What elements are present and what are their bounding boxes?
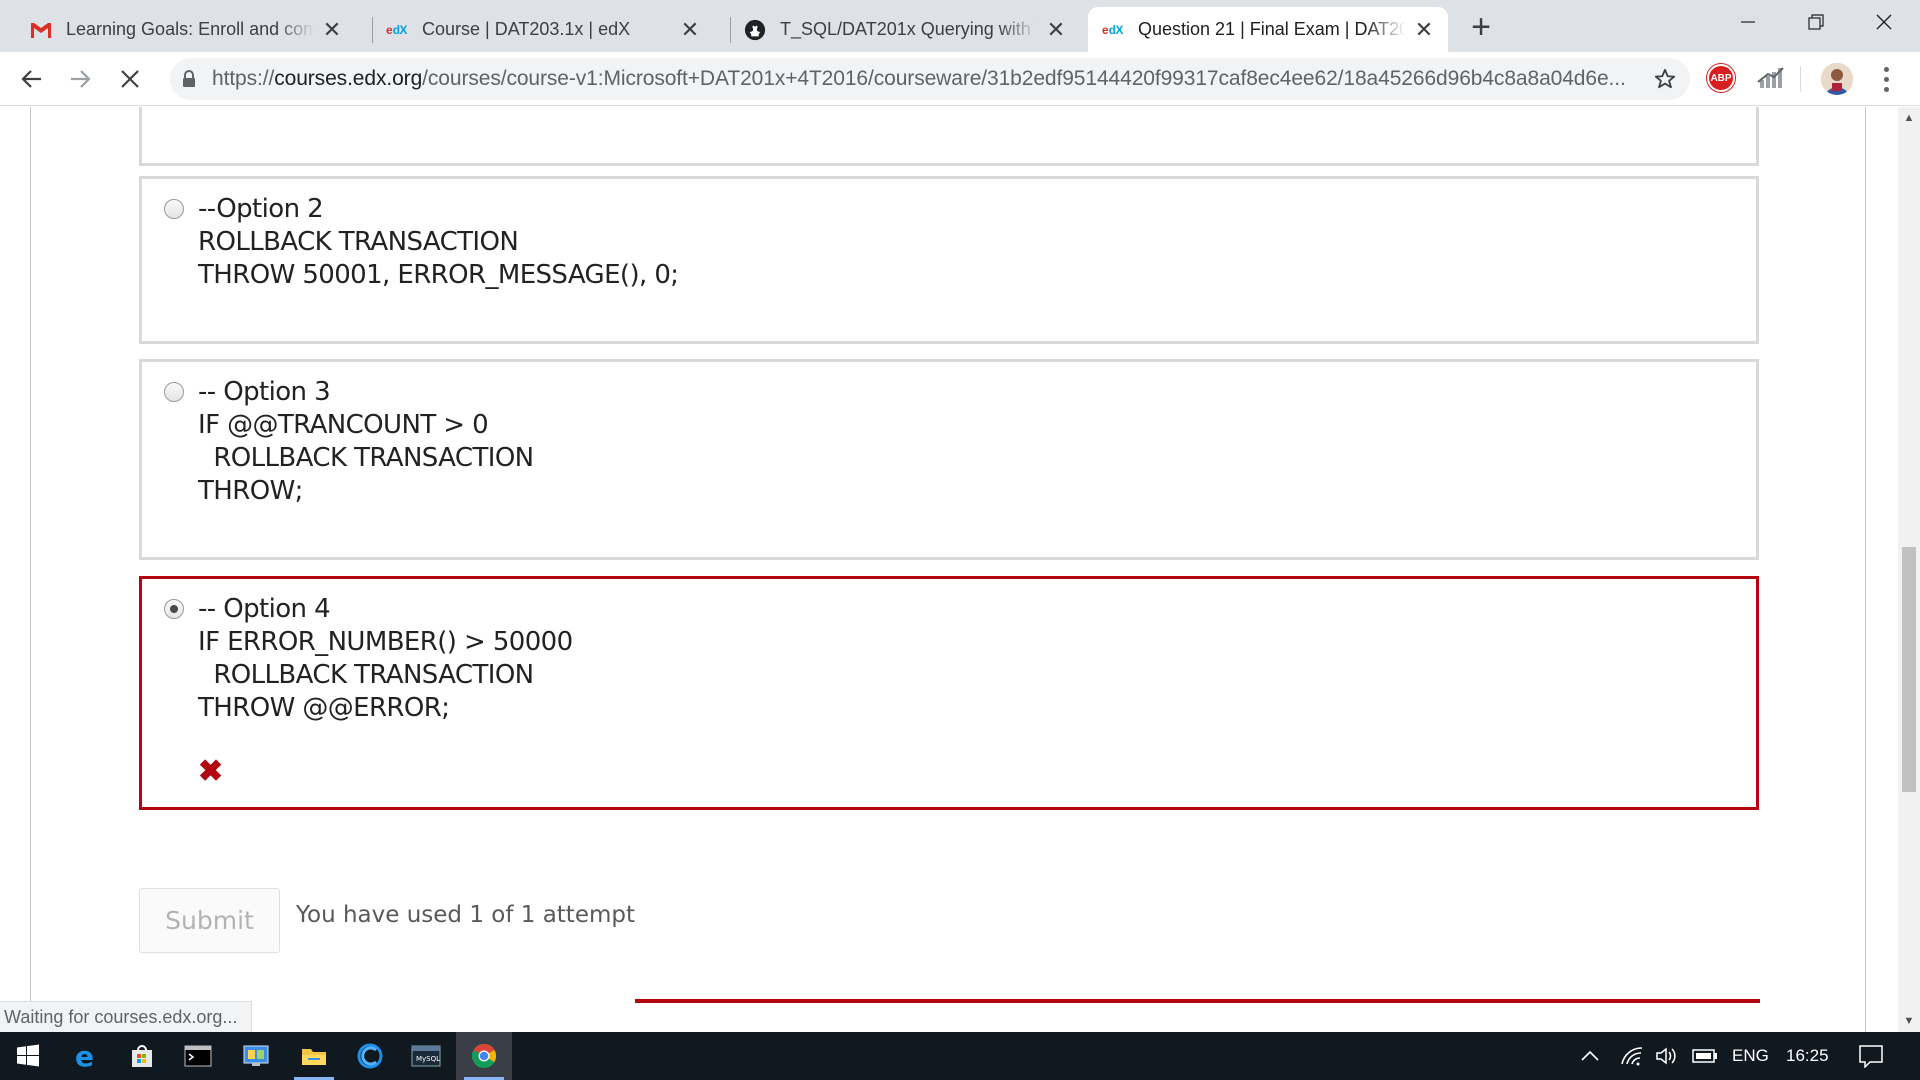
- abp-label: ABP: [1710, 72, 1732, 84]
- github-icon: [744, 19, 766, 41]
- answer-option-3[interactable]: -- Option 3 IF @@TRANCOUNT > 0 ROLLBACK …: [139, 359, 1759, 560]
- edx-icon: edX: [1102, 19, 1124, 41]
- clock[interactable]: 16:25: [1786, 1032, 1829, 1080]
- control-panel-icon[interactable]: [228, 1032, 284, 1080]
- url-text: https://courses.edx.org/courses/course-v…: [212, 67, 1652, 91]
- tab-strip: Learning Goals: Enroll and compl ✕ edX C…: [0, 0, 1920, 52]
- lock-icon: [182, 70, 198, 88]
- battery-icon[interactable]: [1692, 1032, 1718, 1080]
- answer-option-4[interactable]: -- Option 4 IF ERROR_NUMBER() > 50000 RO…: [139, 576, 1759, 810]
- radio-button[interactable]: [164, 382, 184, 402]
- start-button[interactable]: [0, 1032, 56, 1080]
- tab-title: Question 21 | Final Exam | DAT20: [1138, 19, 1406, 39]
- tab-edx-course[interactable]: edX Course | DAT203.1x | edX ✕: [372, 7, 714, 52]
- terminal-icon[interactable]: [170, 1032, 226, 1080]
- option-code: --Option 2 ROLLBACK TRANSACTION THROW 50…: [198, 194, 679, 290]
- restore-button[interactable]: [1782, 0, 1850, 44]
- tab-gmail[interactable]: Learning Goals: Enroll and compl ✕: [16, 7, 356, 52]
- store-icon[interactable]: [114, 1032, 170, 1080]
- page-viewport: --Option 2 ROLLBACK TRANSACTION THROW 50…: [0, 107, 1898, 1032]
- volume-icon[interactable]: [1655, 1032, 1679, 1080]
- status-bubble: Waiting for courses.edx.org...: [0, 1001, 253, 1032]
- scroll-up-icon[interactable]: ▲: [1898, 107, 1920, 129]
- toolbar-separator: [1800, 66, 1801, 92]
- tab-title: Course | DAT203.1x | edX: [422, 19, 631, 39]
- browser-menu-icon[interactable]: [1874, 64, 1898, 94]
- option-code: -- Option 3 IF @@TRANCOUNT > 0 ROLLBACK …: [198, 377, 534, 506]
- url-path: /courses/course-v1:Microsoft+DAT201x+4T2…: [422, 67, 1626, 90]
- arrow-left-icon: [21, 70, 41, 88]
- file-explorer-icon[interactable]: [286, 1032, 342, 1080]
- bookmark-star-icon[interactable]: [1652, 66, 1678, 92]
- svg-text:e: e: [75, 1042, 94, 1070]
- edx-icon: edX: [386, 19, 408, 41]
- tab-github[interactable]: T_SQL/DAT201x Querying with Tr ✕: [730, 7, 1080, 52]
- section-divider: [635, 999, 1760, 1003]
- minimize-icon: [1741, 21, 1755, 23]
- wifi-icon[interactable]: [1620, 1032, 1644, 1080]
- chevron-up-icon: [1581, 1050, 1599, 1061]
- profile-avatar[interactable]: [1821, 63, 1853, 95]
- close-window-button[interactable]: [1850, 0, 1918, 44]
- chrome-icon[interactable]: [456, 1032, 512, 1080]
- action-center-icon[interactable]: [1858, 1032, 1884, 1080]
- stop-loading-button[interactable]: [112, 61, 148, 97]
- content-border: [30, 107, 31, 1032]
- ccleaner-icon[interactable]: [342, 1032, 398, 1080]
- radio-button[interactable]: [164, 199, 184, 219]
- gmail-icon: [30, 19, 52, 41]
- close-icon: [1876, 14, 1892, 30]
- tab-title: Learning Goals: Enroll and compl: [66, 19, 314, 39]
- windows-logo-icon: [17, 1044, 39, 1067]
- mysql-workbench-icon[interactable]: MySQL: [398, 1032, 454, 1080]
- close-icon[interactable]: ✕: [1414, 17, 1434, 42]
- close-icon[interactable]: ✕: [1046, 17, 1066, 42]
- minimize-button[interactable]: [1714, 0, 1782, 44]
- tab-title: T_SQL/DAT201x Querying with Tr: [780, 19, 1038, 39]
- radio-button-selected[interactable]: [164, 599, 184, 619]
- edge-browser-icon[interactable]: e: [58, 1032, 114, 1080]
- address-bar[interactable]: https://courses.edx.org/courses/course-v…: [170, 58, 1690, 100]
- browser-toolbar: https://courses.edx.org/courses/course-v…: [0, 52, 1920, 106]
- forward-button[interactable]: [62, 61, 98, 97]
- content-border: [1865, 107, 1866, 1032]
- scrollbar-thumb[interactable]: [1902, 547, 1916, 792]
- page-scrollbar[interactable]: ▲ ▼: [1898, 107, 1920, 1032]
- url-scheme: https://: [212, 67, 275, 90]
- adblock-extension-icon[interactable]: ABP: [1707, 64, 1735, 92]
- bar-chart-extension-icon[interactable]: [1756, 64, 1784, 92]
- svg-text:X: X: [1116, 23, 1124, 37]
- close-icon[interactable]: ✕: [322, 17, 342, 42]
- show-hidden-icons[interactable]: [1580, 1032, 1600, 1080]
- scroll-down-icon[interactable]: ▼: [1898, 1010, 1920, 1032]
- attempts-text: You have used 1 of 1 attempt: [296, 902, 635, 928]
- answer-option-2[interactable]: --Option 2 ROLLBACK TRANSACTION THROW 50…: [139, 176, 1759, 344]
- svg-text:MySQL: MySQL: [416, 1055, 440, 1063]
- svg-text:X: X: [400, 23, 408, 37]
- windows-taskbar: e MySQL ENG 16:25: [0, 1032, 1920, 1080]
- url-host: courses.edx.org: [274, 67, 423, 90]
- back-button[interactable]: [14, 61, 50, 97]
- option-code: -- Option 4 IF ERROR_NUMBER() > 50000 RO…: [198, 594, 573, 723]
- language-indicator[interactable]: ENG: [1732, 1032, 1769, 1080]
- incorrect-icon: ✖: [198, 755, 224, 788]
- answer-option[interactable]: [139, 107, 1759, 166]
- submit-button[interactable]: Submit: [139, 888, 280, 953]
- arrow-right-icon: [71, 70, 91, 88]
- restore-icon: [1808, 14, 1824, 30]
- new-tab-button[interactable]: +: [1464, 8, 1498, 46]
- close-icon[interactable]: ✕: [680, 17, 700, 42]
- close-icon: [121, 70, 139, 88]
- tab-question-21[interactable]: edX Question 21 | Final Exam | DAT20 ✕: [1088, 7, 1448, 52]
